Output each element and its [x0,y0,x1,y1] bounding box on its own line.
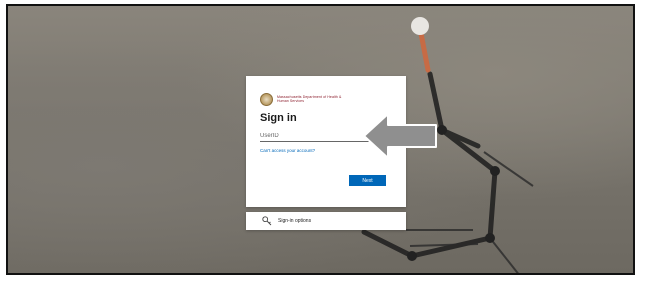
signin-options-label: Sign-in options [278,218,312,224]
next-button[interactable]: Next [349,175,386,186]
org-logo: Massachusetts Department of Health & Hum… [260,90,392,108]
org-name: Massachusetts Department of Health & Hum… [277,95,342,103]
signin-options-button[interactable]: Sign-in options [246,212,406,230]
screen-frame: Massachusetts Department of Health & Hum… [6,4,635,275]
key-icon [262,216,272,226]
state-seal-icon [260,92,273,106]
left-arrow-icon [363,113,437,159]
